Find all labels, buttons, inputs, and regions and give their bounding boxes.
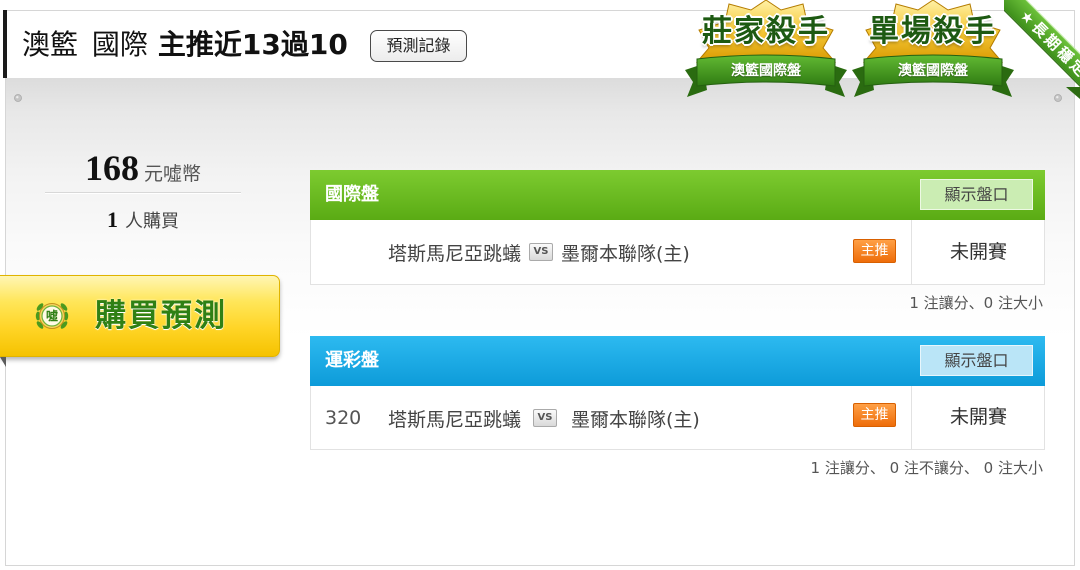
market-header: 運彩盤 顯示盤口 [310, 336, 1045, 386]
main-pick-badge: 主推 [853, 403, 896, 427]
badge-title: 單場殺手 [869, 14, 997, 49]
home-team: 塔斯馬尼亞跳蟻 [388, 408, 522, 431]
market-panel-international: 國際盤 顯示盤口 塔斯馬尼亞跳蟻 VS 墨爾本聯隊(主) 主推 未開賽 1 注讓… [310, 170, 1045, 315]
match-status: 未開賽 [911, 386, 1045, 449]
prediction-history-button[interactable]: 預測記錄 [370, 30, 467, 62]
match-row: 320 塔斯馬尼亞跳蟻 VS 墨爾本聯隊(主) 主推 未開賽 [310, 386, 1045, 450]
market-title: 國際盤 [325, 184, 379, 205]
show-odds-button[interactable]: 顯示盤口 [920, 345, 1033, 376]
coin-icon-char: 噓 [45, 309, 58, 323]
badge-ribbon-label: 澳籃國際盤 [898, 63, 968, 79]
buyer-count-label: 人購買 [125, 211, 179, 232]
match-status: 未開賽 [911, 220, 1045, 284]
market-header: 國際盤 顯示盤口 [310, 170, 1045, 220]
buy-button-fold [0, 357, 6, 367]
away-team: 墨爾本聯隊(主) [571, 408, 700, 431]
match-number: 320 [325, 407, 362, 429]
corner-ribbon-label: 長期穩定 [1027, 17, 1080, 82]
title-category: 澳籃 國際 [22, 28, 148, 61]
buyer-count-number: 1 [107, 207, 118, 232]
price-amount: 168 [84, 148, 139, 188]
divider [45, 192, 241, 194]
price-unit: 元噓幣 [143, 163, 201, 185]
badge-title: 莊家殺手 [702, 14, 830, 49]
home-team: 塔斯馬尼亞跳蟻 [388, 242, 522, 265]
title-record: 主推近13過10 [157, 28, 348, 61]
pick-summary: 1 注讓分、 0 注不讓分、 0 注大小 [810, 459, 1043, 477]
price: 168 元噓幣 [45, 148, 241, 188]
badge-bookmaker-killer: 莊家殺手 澳籃國際盤 [683, 0, 849, 102]
buy-prediction-button[interactable]: 噓 購買預測 [0, 275, 280, 357]
vs-icon: VS [529, 243, 554, 261]
main-pick-badge: 主推 [853, 239, 896, 263]
coin-icon: 噓 [32, 296, 72, 336]
buy-prediction-label: 購買預測 [95, 298, 227, 334]
badge-ribbon-label: 澳籃國際盤 [731, 63, 801, 79]
match-row: 塔斯馬尼亞跳蟻 VS 墨爾本聯隊(主) 主推 未開賽 [310, 220, 1045, 285]
corner-ribbon-fold [1066, 87, 1080, 99]
page-title: 澳籃 國際 主推近13過10 [22, 25, 348, 65]
away-team: 墨爾本聯隊(主) [561, 242, 690, 265]
match-teams: 塔斯馬尼亞跳蟻 VS 墨爾本聯隊(主) [388, 386, 700, 450]
header-accent-bar [3, 10, 7, 78]
pin-icon [14, 94, 22, 102]
show-odds-button[interactable]: 顯示盤口 [920, 179, 1033, 210]
pick-summary: 1 注讓分、0 注大小 [909, 294, 1043, 312]
match-teams: 塔斯馬尼亞跳蟻 VS 墨爾本聯隊(主) [388, 220, 690, 284]
buyer-count: 1 人購買 [45, 205, 241, 235]
badge-single-match-killer: 單場殺手 澳籃國際盤 [850, 0, 1016, 102]
market-title: 運彩盤 [325, 350, 379, 371]
vs-icon: VS [533, 409, 558, 427]
market-panel-sports-lottery: 運彩盤 顯示盤口 320 塔斯馬尼亞跳蟻 VS 墨爾本聯隊(主) 主推 未開賽 … [310, 336, 1045, 481]
